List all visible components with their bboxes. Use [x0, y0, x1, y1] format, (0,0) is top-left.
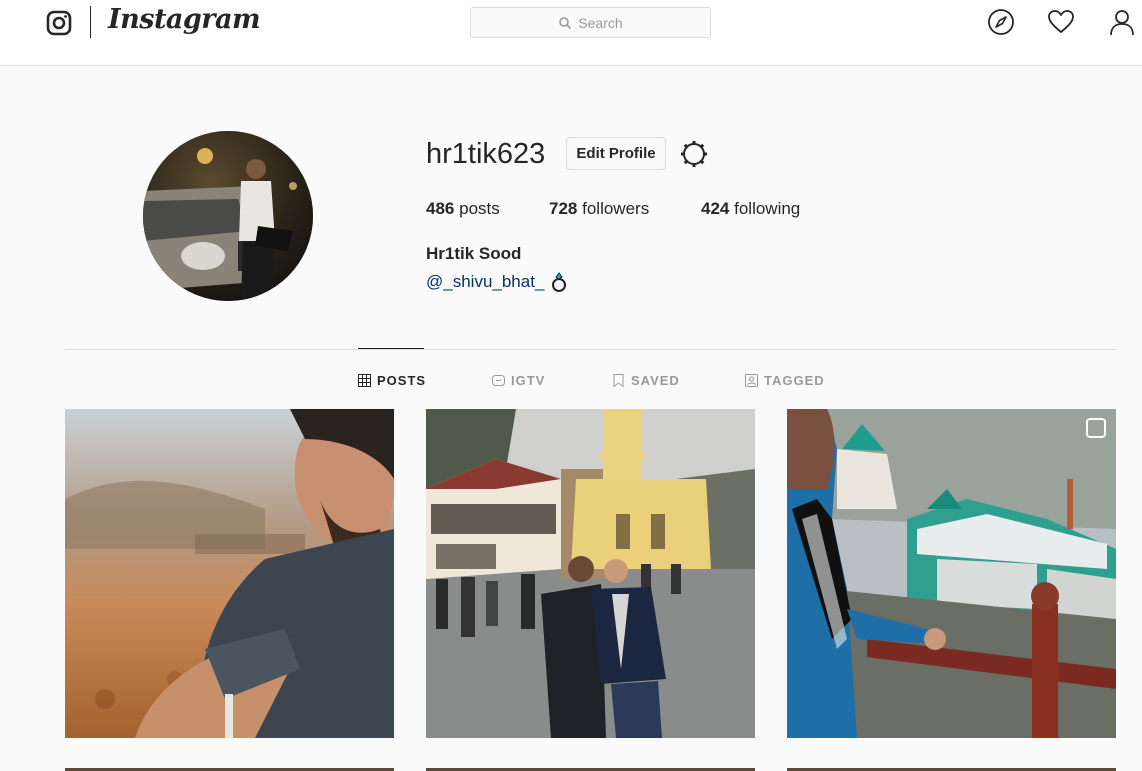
active-tab-indicator [358, 348, 424, 349]
activity-heart-icon[interactable] [1047, 8, 1075, 36]
tab-saved[interactable]: SAVED [612, 373, 680, 388]
posts-count-label: posts [459, 199, 500, 218]
posts-count: 486 posts [426, 199, 500, 219]
tab-tagged-label: TAGGED [764, 373, 825, 388]
tab-posts[interactable]: POSTS [358, 373, 426, 388]
tabs-divider [65, 349, 1116, 350]
profile-username: hr1tik623 [426, 138, 546, 170]
followers-link[interactable]: 728 followers [549, 199, 649, 219]
nav-divider [90, 6, 91, 38]
bio-mention: @_shivu_bhat_ [426, 272, 568, 292]
bio-mention-link[interactable]: @_shivu_bhat_ [426, 272, 544, 292]
tab-saved-label: SAVED [631, 373, 680, 388]
tag-icon [745, 374, 758, 387]
igtv-icon [492, 375, 505, 386]
settings-gear-icon[interactable] [680, 140, 708, 168]
followers-count-label: followers [582, 199, 650, 218]
profile-full-name: Hr1tik Sood [426, 244, 522, 263]
instagram-glyph-icon[interactable] [46, 10, 72, 36]
top-nav: Instagram Search [0, 0, 1142, 66]
bookmark-icon [613, 374, 624, 387]
explore-compass-icon[interactable] [987, 8, 1015, 36]
posts-count-value: 486 [426, 199, 455, 218]
tab-igtv[interactable]: IGTV [492, 373, 545, 388]
profile-avatar[interactable] [143, 131, 313, 301]
instagram-wordmark[interactable]: Instagram [108, 4, 261, 35]
ring-emoji-icon [552, 272, 567, 292]
following-link[interactable]: 424 following [701, 199, 800, 219]
following-count-value: 424 [701, 199, 730, 218]
grid-icon [358, 374, 371, 387]
tab-posts-label: POSTS [377, 373, 427, 388]
following-count-label: following [734, 199, 801, 218]
tab-igtv-label: IGTV [511, 373, 546, 388]
search-icon [559, 16, 572, 29]
tab-tagged[interactable]: TAGGED [745, 373, 825, 388]
profile-person-icon[interactable] [1108, 8, 1136, 36]
followers-count-value: 728 [549, 199, 578, 218]
edit-profile-button[interactable]: Edit Profile [566, 137, 666, 170]
post-thumbnail[interactable] [787, 409, 1116, 738]
post-thumbnail[interactable] [426, 409, 755, 738]
search-input[interactable]: Search [470, 7, 711, 38]
post-thumbnail[interactable] [65, 409, 394, 738]
search-placeholder: Search [578, 14, 623, 31]
